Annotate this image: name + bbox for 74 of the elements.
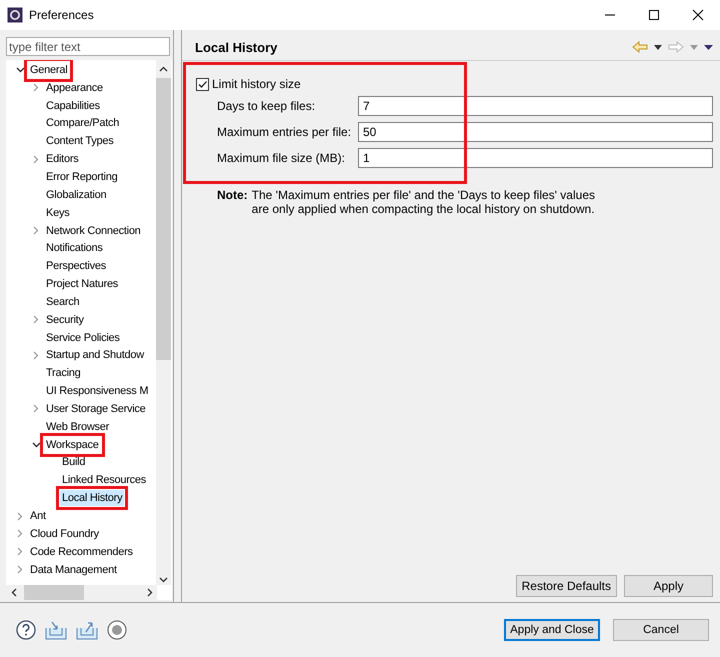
scroll-right-icon[interactable] [147,588,153,597]
dialog-button[interactable]: Cancel [613,619,709,641]
tree-item[interactable]: Perspectives [44,258,108,274]
tree-item[interactable]: Web Browser [44,418,112,435]
tree-item[interactable]: UI Responsiveness M [44,383,150,400]
tree-item[interactable]: Linked Resources [60,472,148,488]
chevron-down-icon[interactable] [16,66,24,73]
note-text: The 'Maximum entries per file' and the 'Days to keep files' values [252,188,595,202]
tree-item[interactable]: Editors [44,151,80,168]
record-icon[interactable] [107,620,127,640]
page-title: Local History [195,40,278,54]
tree-item[interactable]: Build [60,454,88,470]
tree-item[interactable]: Startup and Shutdow [44,347,146,364]
page-button[interactable]: Apply [624,575,713,597]
chevron-down-icon[interactable] [32,442,40,448]
field-label: Days to keep files: [217,99,316,113]
back-arrow-icon[interactable] [632,41,648,53]
chevron-right-icon[interactable] [33,404,39,414]
tree-item[interactable]: Cloud Foundry [28,526,101,542]
app-icon [7,7,23,23]
chevron-right-icon[interactable] [17,565,23,574]
tree-item[interactable]: Globalization [44,186,108,203]
checkbox[interactable] [196,78,209,90]
input-field[interactable]: 1 [358,148,713,168]
tree-item[interactable]: Capabilities [44,98,102,114]
field-label: Maximum file size (MB): [217,151,346,165]
tree-item[interactable]: Search [44,294,82,310]
tree-item[interactable]: Notifications [44,240,105,256]
chevron-right-icon[interactable] [17,547,23,556]
tree-item[interactable]: Error Reporting [44,168,120,185]
export-icon[interactable] [76,620,98,640]
import-icon[interactable] [45,620,67,640]
input-field[interactable]: 50 [358,122,713,142]
chevron-right-icon[interactable] [33,350,39,360]
scroll-down-icon[interactable] [159,577,168,583]
horizontal-scrollbar[interactable] [6,585,157,600]
tree-item[interactable]: Local History [60,490,124,506]
checkbox-label: Limit history size [212,77,301,91]
tree-item[interactable]: Ant [28,508,48,524]
tree-item[interactable]: Compare/Patch [44,115,122,132]
field-label: Maximum entries per file: [217,125,352,139]
chevron-right-icon[interactable] [33,83,39,92]
scroll-left-icon[interactable] [11,588,17,597]
chevron-right-icon[interactable] [33,226,39,236]
tree-item[interactable]: Data Management [28,562,119,578]
tree-item[interactable]: Network Connection [44,222,143,239]
scroll-up-icon[interactable] [159,66,168,72]
close-icon[interactable] [692,9,704,21]
help-icon[interactable] [16,620,36,640]
input-field[interactable]: 7 [358,96,713,116]
window-title: Preferences [29,8,94,22]
tree-item[interactable]: Content Types [44,133,116,150]
dialog-button[interactable]: Apply and Close [504,619,600,641]
chevron-right-icon[interactable] [17,512,23,521]
view-menu-icon[interactable] [704,44,713,50]
tree-item[interactable]: Service Policies [44,330,122,346]
tree-item[interactable]: Tracing [44,365,83,382]
note-label: Note: [217,188,248,204]
forward-arrow-icon[interactable] [668,41,684,53]
maximize-icon[interactable] [648,9,660,21]
chevron-right-icon[interactable] [33,154,39,164]
page-button[interactable]: Restore Defaults [516,575,617,597]
tree-item[interactable]: Security [44,312,86,328]
chevron-right-icon[interactable] [17,529,23,538]
note-text: are only applied when compacting the local history on shutdown. [252,202,595,216]
tree-item[interactable]: User Storage Service [44,400,148,417]
dropdown-icon[interactable] [654,44,662,50]
filter-field[interactable]: type filter text [6,37,170,56]
tree-item[interactable]: Keys [44,204,72,221]
tree-item[interactable]: Appearance [44,80,105,96]
tree-item[interactable]: Project Natures [44,276,120,292]
chevron-right-icon[interactable] [33,315,39,324]
tree-item[interactable]: Code Recommenders [28,544,135,560]
vertical-scrollbar[interactable] [156,60,171,585]
